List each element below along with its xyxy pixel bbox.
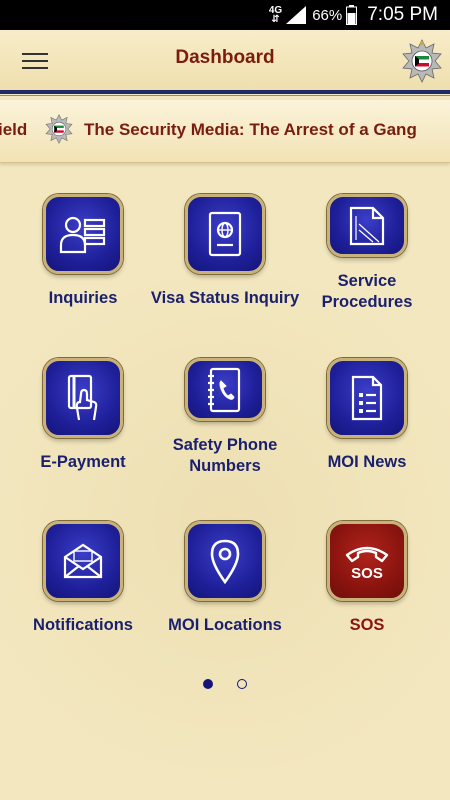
kuwait-police-emblem-icon xyxy=(45,114,73,144)
envelope-icon xyxy=(63,543,103,579)
tile-visa-status-inquiry[interactable]: Visa Status Inquiry xyxy=(150,163,300,313)
user-list-icon xyxy=(59,216,106,254)
tile-inquiries[interactable]: Inquiries xyxy=(8,163,158,313)
page-title: Dashboard xyxy=(175,47,275,68)
passport-icon xyxy=(208,211,242,257)
card-hand-icon xyxy=(67,374,98,421)
tile-label: Visa Status Inquiry xyxy=(150,289,300,307)
tile-notifications[interactable]: Notifications xyxy=(8,490,158,640)
tile-label: MOI Locations xyxy=(168,616,282,634)
header-divider-thin xyxy=(0,95,450,96)
map-pin-icon xyxy=(210,539,240,584)
page-dot-active[interactable] xyxy=(203,679,213,689)
tile-icon-box xyxy=(327,194,407,257)
tile-label: Service Procedures xyxy=(321,272,413,311)
battery-percent: 66% xyxy=(312,6,343,24)
phone-book-icon xyxy=(208,367,241,412)
tile-icon-box xyxy=(43,358,123,438)
tile-label: SOS xyxy=(349,616,385,634)
tile-label: MOI News xyxy=(327,453,407,471)
clock: 7:05 PM xyxy=(367,4,438,25)
news-document-icon xyxy=(351,375,383,421)
tile-icon-box xyxy=(185,521,265,601)
tile-icon-box xyxy=(327,358,407,438)
news-ticker[interactable]: ield The Security Media: The Arrest of a… xyxy=(0,100,450,163)
battery-icon xyxy=(346,5,358,25)
tile-service-procedures[interactable]: Service Procedures xyxy=(292,163,442,313)
header-divider xyxy=(0,90,450,94)
tile-label: Notifications xyxy=(33,616,133,634)
tile-label: E-Payment xyxy=(40,453,126,471)
tile-safety-phone-numbers[interactable]: Safety Phone Numbers xyxy=(150,327,300,477)
tile-icon-box xyxy=(43,521,123,601)
tile-label: Inquiries xyxy=(48,289,118,307)
ticker-headline: The Security Media: The Arrest of a Gang xyxy=(84,120,417,139)
sos-badge: SOS xyxy=(351,565,383,581)
tile-moi-locations[interactable]: MOI Locations xyxy=(150,490,300,640)
signal-icon xyxy=(286,6,307,24)
ticker-previous-text: ield xyxy=(0,120,28,139)
data-arrows-icon: ⇵ xyxy=(271,14,280,25)
app-header: Dashboard xyxy=(0,30,450,90)
tile-icon-box: SOS xyxy=(327,521,407,601)
sos-phone-icon: SOS xyxy=(345,546,389,581)
tile-icon-box xyxy=(185,194,265,274)
page-dot[interactable] xyxy=(237,679,247,689)
kuwait-police-emblem-icon xyxy=(402,39,442,83)
tile-label: Safety Phone Numbers xyxy=(172,436,278,475)
tile-e-payment[interactable]: E-Payment xyxy=(8,327,158,477)
tile-moi-news[interactable]: MOI News xyxy=(292,327,442,477)
page-indicator xyxy=(0,679,450,693)
tile-icon-box xyxy=(43,194,123,274)
tile-sos[interactable]: SOS SOS xyxy=(292,490,442,640)
tile-icon-box xyxy=(185,358,265,421)
status-bar: 4G ⇵ 66% 7:05 PM xyxy=(0,0,450,30)
network-indicator: 4G ⇵ xyxy=(269,6,282,25)
document-folder-icon xyxy=(349,206,385,245)
